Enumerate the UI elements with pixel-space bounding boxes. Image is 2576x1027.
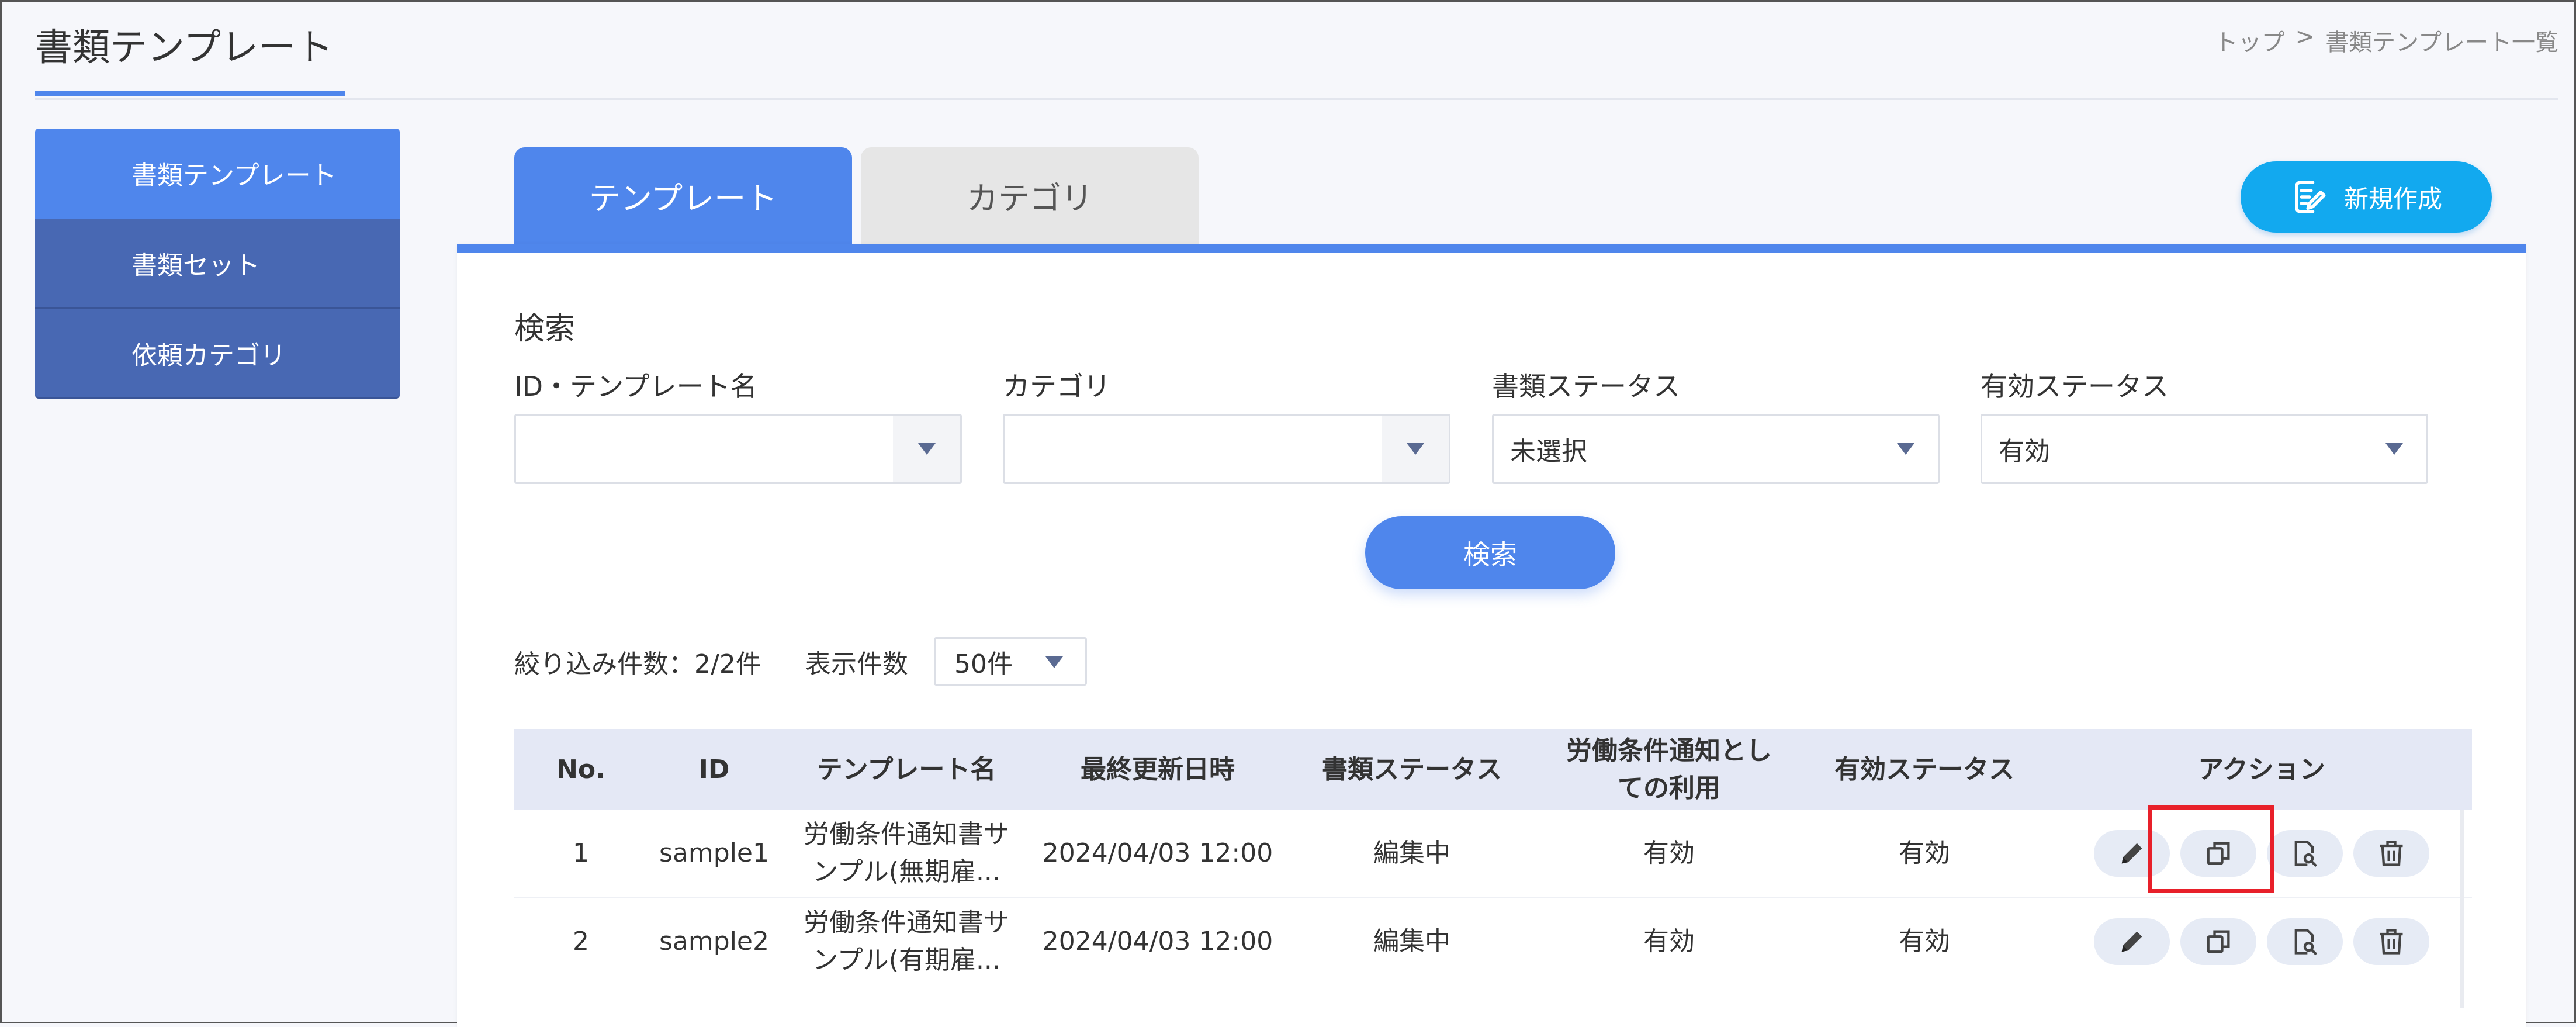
header-updated: 最終更新日時 xyxy=(1081,755,1235,785)
category-select[interactable] xyxy=(1003,414,1450,484)
tab-template[interactable]: テンプレート xyxy=(514,147,852,244)
sidebar-item-document-templates[interactable]: 書類テンプレート xyxy=(35,129,400,219)
preview-icon xyxy=(2294,929,2318,956)
preview-button[interactable] xyxy=(2267,830,2343,877)
chevron-down-icon xyxy=(1406,443,1424,455)
valid-status-value: 有効 xyxy=(1999,437,2050,466)
cell-id: sample1 xyxy=(659,838,769,869)
page-size-value: 50件 xyxy=(954,649,1013,679)
header-template-name: テンプレート名 xyxy=(816,755,996,785)
cell-doc-status: 編集中 xyxy=(1373,926,1450,957)
page-title: 書類テンプレート xyxy=(35,26,334,70)
cell-actions xyxy=(2051,918,2472,965)
header-actions: アクション xyxy=(2198,755,2325,785)
delete-button[interactable] xyxy=(2353,830,2429,877)
table-scrollbar[interactable] xyxy=(2460,810,2464,1008)
pencil-icon xyxy=(2121,931,2142,952)
breadcrumb-top-link[interactable]: トップ xyxy=(2215,23,2285,57)
new-create-label: 新規作成 xyxy=(2343,184,2442,213)
preview-icon xyxy=(2294,841,2318,867)
cell-id: sample2 xyxy=(659,926,769,957)
copy-button-highlight xyxy=(2148,805,2274,893)
document-edit-icon xyxy=(2295,181,2326,213)
preview-button[interactable] xyxy=(2267,918,2343,965)
chevron-down-icon xyxy=(1897,443,1914,455)
cell-updated: 2024/04/03 12:00 xyxy=(1042,926,1273,957)
trash-icon xyxy=(2380,841,2403,866)
delete-button[interactable] xyxy=(2353,918,2429,965)
tab-category[interactable]: カテゴリ xyxy=(861,147,1199,244)
table-header: No. ID テンプレート名 最終更新日時 書類ステータス 労働条件通知としての… xyxy=(514,729,2472,810)
copy-button[interactable] xyxy=(2180,918,2256,965)
valid-status-select[interactable]: 有効 xyxy=(1981,414,2428,484)
new-create-button[interactable]: 新規作成 xyxy=(2241,161,2492,233)
cell-updated: 2024/04/03 12:00 xyxy=(1042,838,1273,869)
cell-valid-status: 有効 xyxy=(1899,926,1950,957)
sidebar-item-request-categories[interactable]: 依頼カテゴリ xyxy=(35,309,400,399)
sidebar-item-document-sets[interactable]: 書類セット xyxy=(35,219,400,309)
breadcrumb-current: 書類テンプレート一覧 xyxy=(2325,29,2558,56)
chevron-down-icon xyxy=(1045,656,1063,668)
copy-icon xyxy=(2207,930,2230,953)
edit-button[interactable] xyxy=(2094,918,2170,965)
id-name-select[interactable] xyxy=(514,414,962,484)
cell-labor-use: 有効 xyxy=(1643,838,1695,869)
valid-status-label: 有効ステータス xyxy=(1981,371,2169,402)
search-heading: 検索 xyxy=(514,312,576,347)
title-underline xyxy=(35,91,345,96)
cell-no: 2 xyxy=(573,926,589,957)
cell-valid-status: 有効 xyxy=(1899,838,1950,869)
breadcrumb: トップ > 書類テンプレート一覧 xyxy=(2215,23,2558,57)
doc-status-value: 未選択 xyxy=(1510,437,1587,466)
cell-doc-status: 編集中 xyxy=(1373,838,1450,869)
pencil-icon xyxy=(2121,843,2142,864)
page-size-select[interactable]: 50件 xyxy=(934,637,1087,686)
trash-icon xyxy=(2380,929,2403,955)
header-valid-status: 有効ステータス xyxy=(1834,755,2014,785)
search-button[interactable]: 検索 xyxy=(1365,516,1615,589)
header-labor-use: 労働条件通知としての利用 xyxy=(1566,736,1772,803)
sidebar: 書類テンプレート 書類セット 依頼カテゴリ xyxy=(35,129,400,399)
breadcrumb-separator: > xyxy=(2295,23,2315,50)
id-name-label: ID・テンプレート名 xyxy=(514,371,757,402)
display-count-label: 表示件数 xyxy=(805,649,908,679)
doc-status-select[interactable]: 未選択 xyxy=(1492,414,1940,484)
chevron-down-icon xyxy=(917,443,936,455)
doc-status-label: 書類ステータス xyxy=(1492,371,1680,402)
header-divider xyxy=(35,98,2558,100)
cell-no: 1 xyxy=(573,838,589,869)
category-label: カテゴリ xyxy=(1003,371,1110,402)
table-row: 2 sample2 労働条件通知書サンプル(有期雇... 2024/04/03 … xyxy=(514,897,2472,985)
chevron-down-icon xyxy=(2385,443,2403,455)
header-no: No. xyxy=(556,755,605,785)
cell-template-name: 労働条件通知書サンプル(有期雇... xyxy=(804,908,1009,975)
cell-labor-use: 有効 xyxy=(1643,926,1695,957)
filter-count: 絞り込み件数：2/2件 xyxy=(514,649,761,679)
header-doc-status: 書類ステータス xyxy=(1322,755,1502,785)
header-id: ID xyxy=(698,755,730,785)
cell-template-name: 労働条件通知書サンプル(無期雇... xyxy=(804,819,1009,887)
